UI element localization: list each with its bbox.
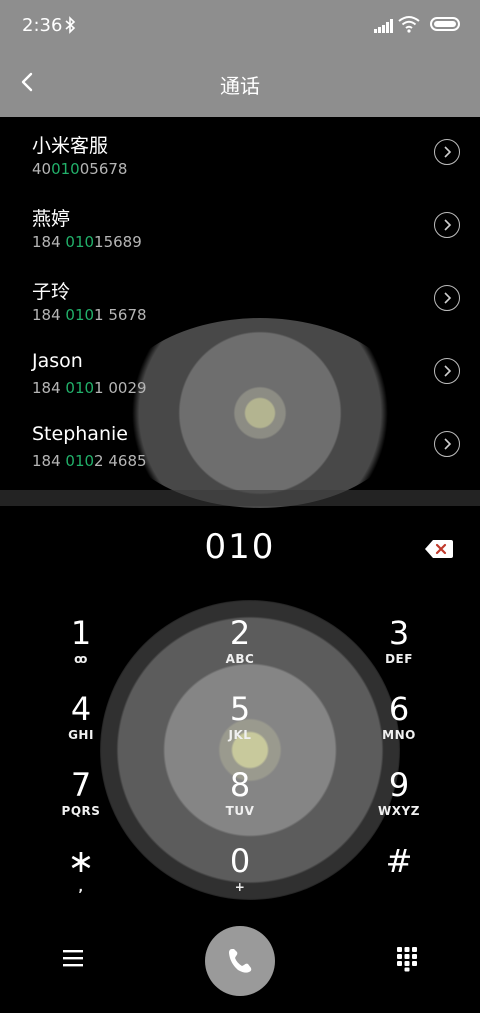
contact-detail-button[interactable] xyxy=(434,212,460,238)
contact-number: 4001005678 xyxy=(32,160,128,178)
contact-item[interactable]: Jason 184 0101 0029 xyxy=(0,336,480,409)
wifi-icon xyxy=(398,16,420,33)
key-0[interactable]: 0 + xyxy=(195,844,285,914)
key-8[interactable]: 8 TUV xyxy=(195,768,285,838)
dialed-number: 010 xyxy=(204,527,276,567)
contact-detail-button[interactable] xyxy=(434,285,460,311)
menu-icon[interactable] xyxy=(62,948,84,968)
key-5[interactable]: 5 JKL xyxy=(195,692,285,762)
key-digit: 9 xyxy=(388,766,410,804)
contact-number: 184 01015689 xyxy=(32,233,142,251)
contact-item[interactable]: 子玲 184 0101 5678 xyxy=(0,263,480,336)
key-letters: WXYZ xyxy=(378,804,420,818)
backspace-icon[interactable] xyxy=(424,538,454,560)
matched-digits: 010 xyxy=(51,160,80,178)
key-6[interactable]: 6 MNO xyxy=(354,692,444,762)
contact-number: 184 0101 5678 xyxy=(32,306,147,324)
key-letters: , xyxy=(78,880,84,894)
voicemail-icon: ꝏ xyxy=(74,652,88,666)
matched-digits: 010 xyxy=(65,306,95,324)
contact-number: 184 0102 4685 xyxy=(32,452,147,470)
bluetooth-icon xyxy=(65,16,76,34)
key-digit: 0 xyxy=(229,842,251,880)
top-header: 2:36 通话 xyxy=(0,0,480,117)
contact-detail-button[interactable] xyxy=(434,139,460,165)
key-digit: # xyxy=(385,842,413,880)
battery-icon xyxy=(430,17,460,31)
key-digit: 6 xyxy=(388,690,410,728)
keypad-icon[interactable] xyxy=(396,946,418,972)
list-divider xyxy=(0,490,480,506)
page-title: 通话 xyxy=(220,74,260,98)
key-letters: DEF xyxy=(385,652,413,666)
chevron-right-icon xyxy=(444,292,452,304)
key-digit: 8 xyxy=(229,766,251,804)
contact-detail-button[interactable] xyxy=(434,431,460,457)
key-4[interactable]: 4 GHI xyxy=(36,692,126,762)
key-digit: 1 xyxy=(70,614,92,652)
matched-digits: 010 xyxy=(65,379,95,397)
key-9[interactable]: 9 WXYZ xyxy=(354,768,444,838)
contact-name: 小米客服 xyxy=(32,135,109,157)
key-2[interactable]: 2 ABC xyxy=(195,616,285,686)
chevron-right-icon xyxy=(444,438,452,450)
contact-number: 184 0101 0029 xyxy=(32,379,147,397)
contact-name: Stephanie xyxy=(32,423,128,445)
key-letters: + xyxy=(234,880,246,894)
key-hash[interactable]: # xyxy=(354,844,444,914)
key-digit: 3 xyxy=(388,614,410,652)
contact-name: 子玲 xyxy=(32,281,71,303)
key-letters: MNO xyxy=(382,728,416,742)
key-letters: ABC xyxy=(225,652,255,666)
contact-match-list: 小米客服 4001005678 燕婷 184 01015689 子玲 184 0… xyxy=(0,117,480,505)
key-letters: GHI xyxy=(68,728,94,742)
contact-name: 燕婷 xyxy=(32,208,71,230)
key-digit: 7 xyxy=(70,766,92,804)
key-3[interactable]: 3 DEF xyxy=(354,616,444,686)
call-button[interactable] xyxy=(205,926,275,996)
chevron-right-icon xyxy=(444,219,452,231)
chevron-right-icon xyxy=(444,146,452,158)
contact-detail-button[interactable] xyxy=(434,358,460,384)
contact-item[interactable]: Stephanie 184 0102 4685 xyxy=(0,409,480,482)
key-digit: 5 xyxy=(229,690,251,728)
key-7[interactable]: 7 PQRS xyxy=(36,768,126,838)
key-letters: TUV xyxy=(225,804,255,818)
contact-name: Jason xyxy=(32,350,83,372)
key-letters: PQRS xyxy=(61,804,101,818)
key-digit: 2 xyxy=(229,614,251,652)
key-letters: JKL xyxy=(228,728,252,742)
key-star[interactable]: ∗ , xyxy=(36,844,126,914)
contact-item[interactable]: 燕婷 184 01015689 xyxy=(0,190,480,263)
matched-digits: 010 xyxy=(65,233,95,251)
status-time: 2:36 xyxy=(22,15,63,36)
chevron-right-icon xyxy=(444,365,452,377)
key-1[interactable]: 1 ꝏ xyxy=(36,616,126,686)
dial-display: 010 xyxy=(0,505,480,595)
key-digit: 4 xyxy=(70,690,92,728)
phone-icon xyxy=(229,949,252,973)
signal-icon xyxy=(374,19,393,33)
status-bar: 2:36 xyxy=(0,0,480,52)
contact-item[interactable]: 小米客服 4001005678 xyxy=(0,117,480,190)
key-digit: ∗ xyxy=(67,842,95,880)
matched-digits: 010 xyxy=(65,452,95,470)
